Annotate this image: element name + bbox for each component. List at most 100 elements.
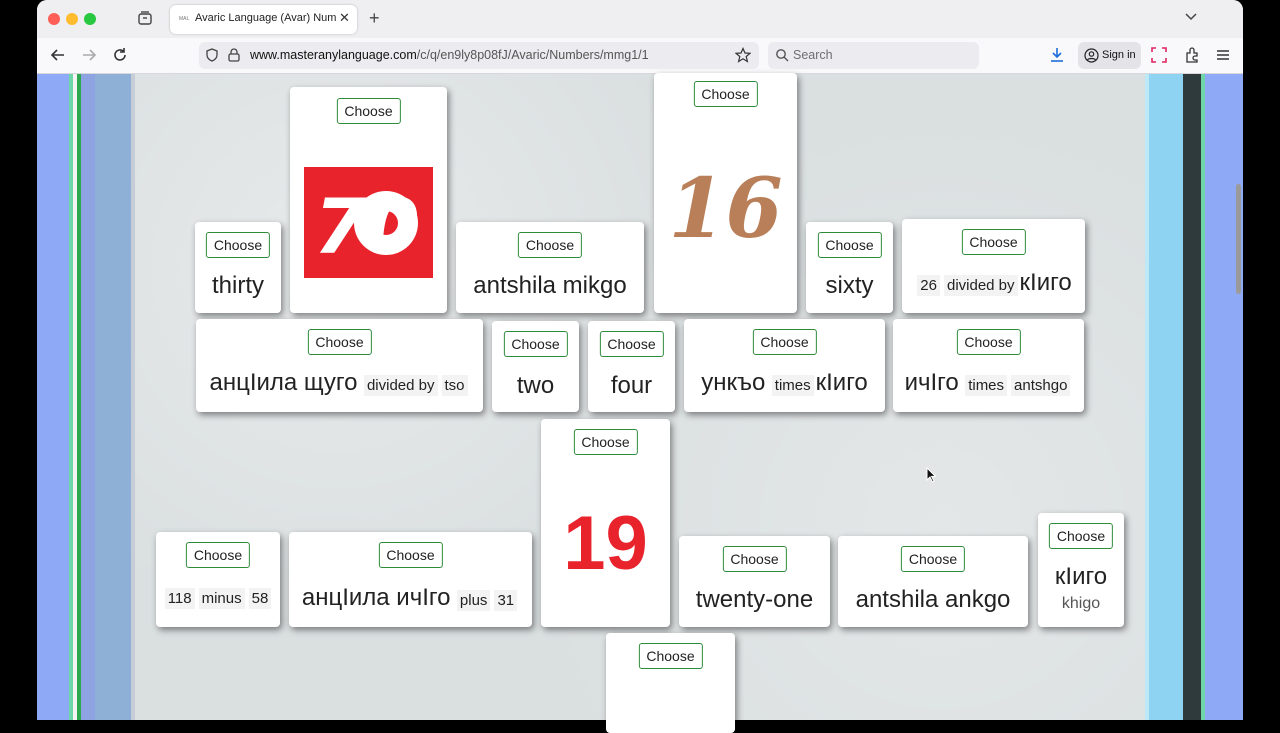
card-unkyo-times-kigo[interactable]: Choose ункъо times кIиго <box>684 319 885 412</box>
card-text: antshila mikgo <box>473 272 627 299</box>
reload-icon[interactable] <box>111 46 129 64</box>
operator: times <box>771 375 814 396</box>
sign-in-label: Sign in <box>1102 49 1136 61</box>
card-text: twenty-one <box>695 586 814 613</box>
address-bar[interactable]: www.masteranylanguage.com/c/q/en9ly8p08f… <box>199 42 759 69</box>
operand-a: ункъо <box>701 369 766 396</box>
url-domain: www.masteranylanguage.com <box>250 48 417 62</box>
extensions-icon[interactable] <box>1183 46 1201 64</box>
tab-overview-icon[interactable] <box>137 10 153 26</box>
choose-button[interactable]: Choose <box>573 429 638 455</box>
choose-button[interactable]: Choose <box>693 81 758 107</box>
card-text: кIиго <box>1054 563 1108 590</box>
card-antshila-ankgo[interactable]: Choose antshila ankgo <box>838 536 1028 627</box>
active-tab[interactable]: MAL Avaric Language (Avar) Numbers ✕ <box>170 5 357 34</box>
number-70-image: 70 <box>304 167 433 278</box>
card-antshila-mikgo[interactable]: Choose antshila mikgo <box>456 222 644 313</box>
choose-button[interactable]: Choose <box>378 542 443 568</box>
new-tab-icon[interactable]: + <box>369 8 380 28</box>
card-sixty[interactable]: Choose sixty <box>806 222 893 313</box>
card-26-divided-by-kigo[interactable]: Choose 26 divided by кIиго <box>902 219 1085 313</box>
choose-button[interactable]: Choose <box>307 329 372 355</box>
choose-button[interactable]: Choose <box>517 232 583 258</box>
choose-button[interactable]: Choose <box>956 329 1021 355</box>
operand-b: antshgo <box>1011 375 1071 396</box>
shield-icon[interactable] <box>204 47 220 68</box>
card-text: four <box>610 372 653 399</box>
tab-close-icon[interactable]: ✕ <box>339 10 350 26</box>
operand-b: кIиго <box>815 369 868 396</box>
card-ichgo-times-antshgo[interactable]: Choose ичIго times antshgo <box>893 319 1084 412</box>
card-text: two <box>516 372 555 399</box>
card-romanization: khigo <box>1061 595 1101 612</box>
card-four[interactable]: Choose four <box>588 321 675 412</box>
chevron-down-icon[interactable] <box>1184 9 1198 26</box>
expression: анцIила ичIго plus 31 <box>289 584 532 612</box>
site-favicon-icon: MAL <box>179 16 190 22</box>
sign-in-button[interactable]: Sign in <box>1078 42 1141 69</box>
choose-button[interactable]: Choose <box>900 546 966 572</box>
card-twenty-one[interactable]: Choose twenty-one <box>679 536 830 627</box>
star-bookmark-icon[interactable] <box>734 47 752 68</box>
choose-button[interactable]: Choose <box>336 98 401 124</box>
tab-title: Avaric Language (Avar) Numbers <box>195 12 337 24</box>
choose-button[interactable]: Choose <box>205 232 271 258</box>
operand-a: 26 <box>917 275 940 296</box>
operand-b: кIиго <box>1019 269 1072 296</box>
operand-a: 118 <box>164 588 195 609</box>
card-text: antshila ankgo <box>855 586 1011 613</box>
card-kigo[interactable]: Choose кIиго khigo <box>1038 513 1124 627</box>
maximize-window-button[interactable] <box>84 13 96 25</box>
navigation-toolbar: www.masteranylanguage.com/c/q/en9ly8p08f… <box>37 38 1243 74</box>
operator: minus <box>198 588 245 609</box>
decor-stripe <box>1205 74 1243 720</box>
choose-button[interactable]: Choose <box>817 232 882 258</box>
lock-icon[interactable] <box>227 47 241 68</box>
account-icon <box>1084 48 1099 68</box>
search-bar[interactable]: Search <box>768 42 979 69</box>
scrollbar-thumb[interactable] <box>1236 184 1241 294</box>
card-image-19[interactable]: Choose 19 <box>541 419 670 627</box>
url-text[interactable]: www.masteranylanguage.com/c/q/en9ly8p08f… <box>250 48 649 62</box>
card-text: thirty <box>211 272 264 299</box>
minimize-window-button[interactable] <box>66 13 78 25</box>
back-arrow-icon[interactable] <box>49 46 67 64</box>
operand-b: 58 <box>248 588 272 609</box>
mouse-cursor-icon <box>926 466 937 488</box>
close-window-button[interactable] <box>48 13 60 25</box>
card-118-minus-58[interactable]: Choose 118 minus 58 <box>156 532 280 627</box>
card-two[interactable]: Choose two <box>492 321 579 412</box>
search-input[interactable]: Search <box>793 48 833 62</box>
choose-button[interactable]: Choose <box>185 542 251 568</box>
decor-stripe <box>81 74 95 720</box>
decor-stripe <box>1183 74 1201 720</box>
forward-arrow-icon[interactable] <box>80 46 98 64</box>
choose-button[interactable]: Choose <box>503 331 568 357</box>
choose-button[interactable]: Choose <box>752 329 817 355</box>
number-16-image: 16 <box>668 161 783 257</box>
card-antsila-ichgo-plus-31[interactable]: Choose анцIила ичIго plus 31 <box>289 532 532 627</box>
operand-b: tso <box>441 375 468 396</box>
menu-icon[interactable] <box>1214 46 1232 64</box>
expression: ункъо times кIиго <box>684 369 885 397</box>
card-image-70[interactable]: Choose 70 <box>290 87 447 313</box>
screenshot-icon[interactable] <box>1150 46 1168 64</box>
expression: 118 minus 58 <box>156 588 280 609</box>
choose-button[interactable]: Choose <box>961 229 1026 255</box>
choose-button[interactable]: Choose <box>638 643 703 669</box>
search-icon <box>775 48 789 67</box>
operator: divided by <box>363 375 438 396</box>
card-thirty[interactable]: Choose thirty <box>195 222 281 313</box>
card-antsila-schugo-divided-by-tso[interactable]: Choose анцIила щуго divided by tso <box>196 319 483 412</box>
choose-button[interactable]: Choose <box>1048 523 1114 549</box>
choose-button[interactable]: Choose <box>722 546 787 572</box>
url-path: /c/q/en9ly8p08fJ/Avaric/Numbers/mmg1/1 <box>416 48 649 62</box>
operand-a: ичIго <box>904 369 959 396</box>
operator: divided by <box>943 275 1018 296</box>
operand-b: 31 <box>494 590 518 611</box>
card-image-16[interactable]: Choose 16 <box>654 73 797 313</box>
download-icon[interactable] <box>1048 46 1066 64</box>
card-partial[interactable]: Choose <box>606 633 735 733</box>
number-70-glyph: 70 <box>314 182 420 271</box>
choose-button[interactable]: Choose <box>599 331 664 357</box>
